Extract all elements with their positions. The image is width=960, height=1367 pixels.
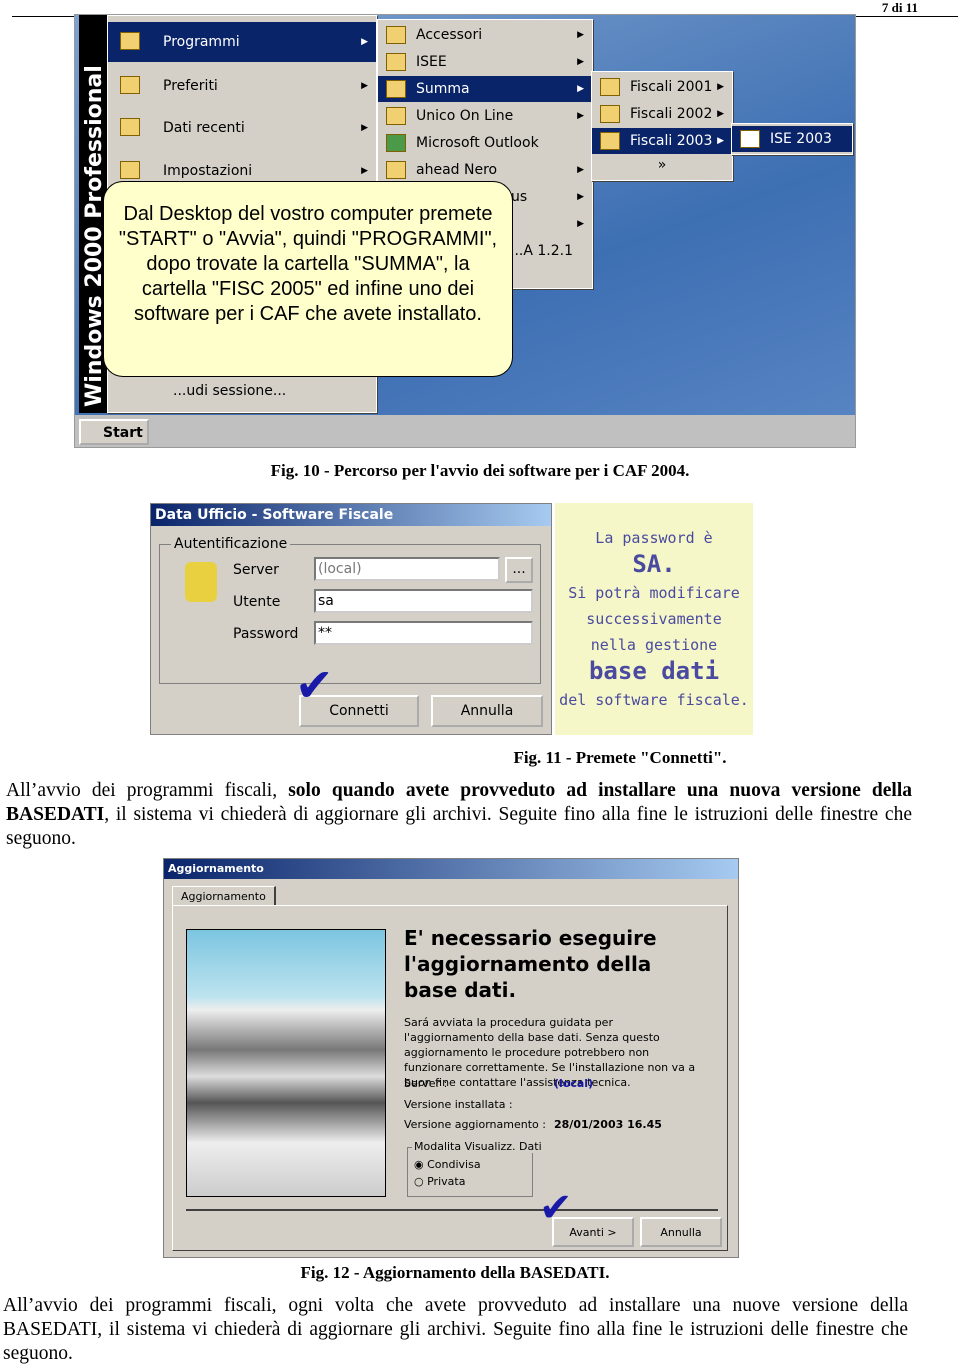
menu-item-summa[interactable]: Summa ▶ — [378, 76, 592, 102]
folder-icon — [600, 132, 620, 150]
mode-group — [407, 1147, 533, 1197]
folder-icon — [600, 105, 620, 123]
menu-expand-chevron[interactable]: » — [592, 152, 732, 178]
figure-caption: Fig. 11 - Premete "Connetti". — [513, 748, 727, 767]
start-menu-screenshot: Windows 2000 Professional Programmi ▶ Pre… — [74, 14, 856, 448]
instruction-callout: Dal Desktop del vostro computer premete … — [103, 181, 513, 377]
dialog-title: Aggiornamento — [164, 859, 738, 879]
figure-caption: Fig. 10 - Percorso per l'avvio dei softw… — [270, 461, 690, 480]
menu-item-outlook[interactable]: Microsoft Outlook — [378, 130, 592, 156]
documents-icon — [120, 118, 140, 136]
dialog-title: Data Ufficio - Software Fiscale — [151, 504, 551, 526]
settings-icon — [120, 161, 140, 179]
divider — [186, 1209, 718, 1211]
paragraph: All’avvio dei programmi fiscali, ogni vo… — [3, 1295, 908, 1364]
menu-item-fiscali-2001[interactable]: Fiscali 2001 ▶ — [592, 74, 732, 100]
update-heading: E' necessario eseguire l'aggiornamento d… — [404, 926, 657, 1002]
browse-server-button[interactable]: ... — [505, 557, 533, 583]
password-label: Password — [233, 626, 299, 642]
menu-item-fiscali-2003[interactable]: Fiscali 2003 ▶ — [592, 128, 732, 154]
menu-item-dati-recenti[interactable]: Dati recenti ▶ — [108, 108, 376, 148]
menu-item-programmi[interactable]: Programmi ▶ — [108, 22, 376, 62]
page-number: 7 di 11 — [881, 0, 918, 15]
tab-aggiornamento[interactable]: Aggiornamento — [172, 886, 276, 906]
auth-group-label: Autentificazione — [171, 536, 291, 552]
radio-condivisa[interactable]: ◉ Condivisa — [414, 1158, 481, 1171]
installed-version-label: Versione installata : — [404, 1098, 513, 1111]
building-image — [186, 929, 386, 1197]
taskbar — [75, 415, 855, 447]
favorites-icon — [120, 76, 140, 94]
paragraph: All’avvio dei programmi fiscali, solo qu… — [6, 780, 912, 849]
user-field[interactable]: sa — [314, 589, 533, 613]
keys-icon — [185, 562, 217, 602]
user-label: Utente — [233, 594, 281, 610]
summa-submenu: Fiscali 2001 ▶ Fiscali 2002 ▶ Fiscali 2003… — [591, 71, 733, 181]
start-button[interactable]: Start — [79, 419, 149, 445]
update-version-value: 28/01/2003 16.45 — [554, 1118, 662, 1131]
menu-item-isee[interactable]: ISEE ▶ — [378, 49, 592, 75]
menu-item-fiscali-2002[interactable]: Fiscali 2002 ▶ — [592, 101, 732, 127]
cancel-button[interactable]: Annulla — [640, 1217, 722, 1247]
folder-icon — [386, 80, 406, 98]
folder-icon — [386, 26, 406, 44]
menu-item-preferiti[interactable]: Preferiti ▶ — [108, 66, 376, 106]
programs-icon — [120, 32, 140, 50]
password-note: La password è SA. Si potrà modificare succe… — [555, 503, 753, 735]
server-field[interactable]: (local) — [314, 557, 500, 581]
menu-item-ise-2003[interactable]: ISE 2003 — [732, 126, 852, 152]
login-dialog: Data Ufficio - Software Fiscale Autentif… — [150, 503, 552, 735]
fiscali2003-submenu: ISE 2003 — [731, 123, 853, 155]
menu-item-nero[interactable]: ahead Nero ▶ — [378, 157, 592, 183]
password-field[interactable]: ** — [314, 621, 533, 645]
menu-item-accessori[interactable]: Accessori ▶ — [378, 22, 592, 48]
folder-icon — [600, 78, 620, 96]
checkmark-icon: ✔ — [539, 1185, 573, 1231]
folder-icon — [386, 161, 406, 179]
server-value: (local) — [554, 1077, 594, 1090]
cancel-button[interactable]: Annulla — [431, 695, 543, 727]
figure-caption: Fig. 12 - Aggiornamento della BASEDATI. — [300, 1263, 610, 1282]
ise-icon — [740, 130, 760, 148]
mode-group-label: Modalita Visualizz. Dati — [412, 1140, 544, 1153]
folder-icon — [386, 53, 406, 71]
menu-item-chiudi-sessione[interactable]: ...udi sessione... — [108, 378, 376, 404]
server-label: Server : — [404, 1077, 448, 1090]
radio-privata[interactable]: ○ Privata — [414, 1175, 465, 1188]
folder-icon — [386, 107, 406, 125]
update-version-label: Versione aggiornamento : — [404, 1118, 546, 1131]
server-label: Server — [233, 562, 279, 578]
checkmark-icon: ✔ — [295, 658, 334, 712]
outlook-icon — [386, 134, 406, 152]
update-dialog: Aggiornamento Aggiornamento E' necessari… — [163, 858, 739, 1258]
menu-item-unico[interactable]: Unico On Line ▶ — [378, 103, 592, 129]
